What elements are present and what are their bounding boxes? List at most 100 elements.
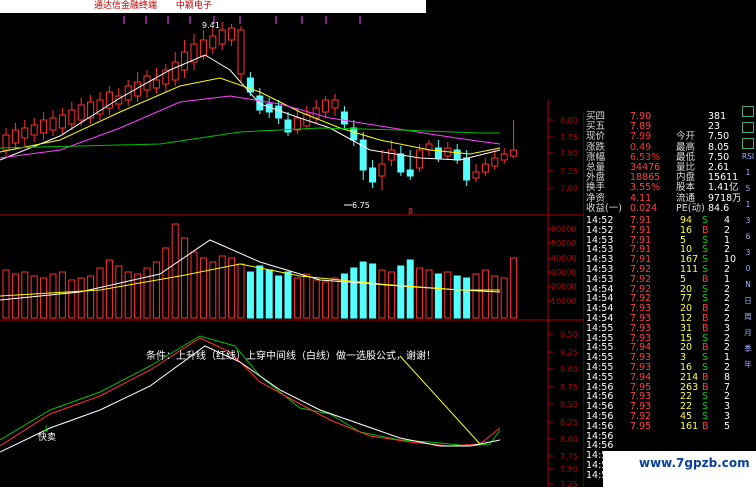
candle-body xyxy=(21,127,29,139)
toolbar-item[interactable]: 年 xyxy=(740,360,756,369)
tick-t: 14:55 xyxy=(586,371,614,383)
toolbar-item[interactable]: 1 xyxy=(740,200,756,209)
toolbar-item[interactable]: 季 xyxy=(740,344,756,353)
volume-bar xyxy=(190,251,198,319)
toolbar-item[interactable]: 月 xyxy=(740,328,756,337)
candle-body xyxy=(434,147,442,159)
low-price-label: 6.75 xyxy=(352,201,370,210)
volume-bar xyxy=(275,275,283,319)
candle-body xyxy=(199,39,207,57)
toolbar-item[interactable]: RSI xyxy=(740,152,756,161)
price-axis-label: 7.00 xyxy=(560,184,578,193)
toolbar-item[interactable]: 0 xyxy=(740,264,756,273)
kline-chart-canvas[interactable]: 8.00 7.75 7.50 7.25 7.00 60000 50000 40000 30000… xyxy=(0,0,584,487)
candle-body xyxy=(293,117,301,131)
toolbar-item[interactable]: 3 xyxy=(740,216,756,225)
quote-v1: 34476 xyxy=(630,162,661,173)
indicator-axis-label: 7.25 xyxy=(560,480,578,487)
tick-n: 3 xyxy=(724,322,731,334)
tick-d: B xyxy=(702,224,709,236)
candle-body xyxy=(228,27,236,41)
candle-body xyxy=(68,109,76,125)
volume-bar xyxy=(463,277,471,319)
candle-body xyxy=(312,107,320,119)
signal-label: 快卖 xyxy=(38,433,57,443)
quote-l2: 今开 xyxy=(676,131,696,143)
candle-body xyxy=(397,153,405,173)
tick-p: 7.94 xyxy=(630,371,652,383)
quote-v2: 381 xyxy=(708,111,727,122)
quote-l1: 现价 xyxy=(586,131,606,143)
volume-bar xyxy=(96,267,104,319)
toolbar-item[interactable]: 1 xyxy=(740,168,756,177)
toolbar-item[interactable]: 周 xyxy=(740,312,756,321)
volume-axis-label: 60000 xyxy=(551,225,576,234)
toolbar-item[interactable]: N xyxy=(740,280,756,289)
candle-body xyxy=(510,149,518,157)
volume-bar xyxy=(49,273,57,319)
candle-body xyxy=(406,169,414,177)
volume-bar xyxy=(444,271,452,319)
toolbar-icon[interactable] xyxy=(742,106,754,117)
toolbar-item[interactable]: 6 xyxy=(740,232,756,241)
candle-body xyxy=(58,114,66,129)
candle-body xyxy=(500,153,508,161)
volume-bar xyxy=(303,273,311,319)
toolbar-icon[interactable] xyxy=(742,138,754,149)
volume-bar xyxy=(115,265,123,319)
price-axis-label: 7.50 xyxy=(560,149,578,158)
volume-bar xyxy=(68,279,76,319)
quote-l1: 净资 xyxy=(586,192,606,204)
quote-v2: 23 xyxy=(708,121,721,133)
quote-row: 收益(一) 0.024 PE(动) 84.6 xyxy=(584,204,740,214)
candle-body xyxy=(218,29,226,45)
price-axis-label: 7.75 xyxy=(560,133,578,142)
volume-bar xyxy=(359,261,367,319)
volume-bar xyxy=(472,273,480,319)
volume-bar xyxy=(331,277,339,319)
tick-n: 2 xyxy=(724,224,731,236)
candle-body xyxy=(11,129,19,144)
volume-bar xyxy=(425,269,433,319)
tick-v: 16 xyxy=(680,224,693,236)
candle-body xyxy=(416,149,424,169)
volume-bar xyxy=(397,265,405,319)
volume-bar xyxy=(312,279,320,319)
volume-bar xyxy=(406,259,414,319)
toolbar-item[interactable]: 日 xyxy=(740,296,756,305)
indicator-axis-label: 8.50 xyxy=(560,400,578,409)
quote-v2: 7.50 xyxy=(708,151,730,163)
quote-v2: 8.05 xyxy=(708,141,730,153)
toolbar-item[interactable]: 3 xyxy=(740,248,756,257)
volume-bar xyxy=(510,257,518,319)
toolbar-icon[interactable] xyxy=(742,122,754,133)
candle-body xyxy=(30,124,38,136)
toolbar-item[interactable]: 5 xyxy=(740,184,756,193)
price-axis-label: 8.00 xyxy=(560,116,578,125)
high-price-label: 9.41 xyxy=(202,21,220,30)
candle-body xyxy=(491,157,499,167)
candle-body xyxy=(369,167,377,183)
quote-v1: 7.89 xyxy=(630,121,652,133)
volume-axis-label: 20000 xyxy=(551,282,576,291)
volume-bar xyxy=(162,247,170,319)
quote-row: 换手 3.55% 股本 1.41亿 xyxy=(584,183,740,193)
indicator-axis-label: 9.25 xyxy=(560,348,578,357)
quote-v2: 84.6 xyxy=(708,202,730,214)
price-axis-label: 7.25 xyxy=(560,167,578,176)
candle-body xyxy=(472,171,480,179)
volume-bar xyxy=(218,255,226,319)
quote-l1: 涨幅 xyxy=(586,151,606,163)
tick-d: B xyxy=(702,420,709,432)
volume-bar xyxy=(134,273,142,319)
volume-bar xyxy=(284,271,292,319)
volume-bar xyxy=(256,265,264,319)
tick-n: 8 xyxy=(724,371,731,383)
indicator-axis-label: 7.50 xyxy=(560,465,578,474)
volume-bar xyxy=(237,263,245,319)
volume-bar xyxy=(199,257,207,319)
volume-bar xyxy=(416,267,424,319)
quote-v1: 6.53% xyxy=(630,151,661,163)
volume-bar xyxy=(181,237,189,319)
volume-bar xyxy=(453,275,461,319)
